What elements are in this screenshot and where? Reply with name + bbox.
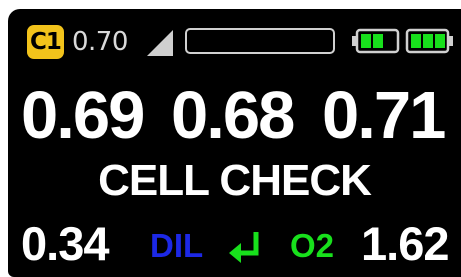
mode-label: CELL CHECK xyxy=(98,156,372,205)
o2-button[interactable]: O2 xyxy=(290,224,334,268)
bottom-right-value: 1.62 xyxy=(361,217,449,270)
header-value: 0.70 xyxy=(72,27,128,57)
cell-reading-1: 0.69 xyxy=(21,78,145,153)
battery-icon xyxy=(352,28,400,54)
battery-icon xyxy=(405,28,453,54)
signal-triangle-icon xyxy=(147,30,173,56)
dive-computer-screen: C1 0.70 0.69 0.68 0.71 CELL CHECK 0.34 D… xyxy=(8,9,461,277)
dil-button[interactable]: DIL xyxy=(150,224,203,268)
cell-reading-2: 0.68 xyxy=(171,78,295,153)
enter-arrow-icon[interactable] xyxy=(227,229,265,265)
cell-reading-3: 0.71 xyxy=(322,78,446,153)
bottom-left-value: 0.34 xyxy=(21,217,109,270)
level-bar xyxy=(185,28,335,54)
cell-badge: C1 xyxy=(27,25,64,59)
